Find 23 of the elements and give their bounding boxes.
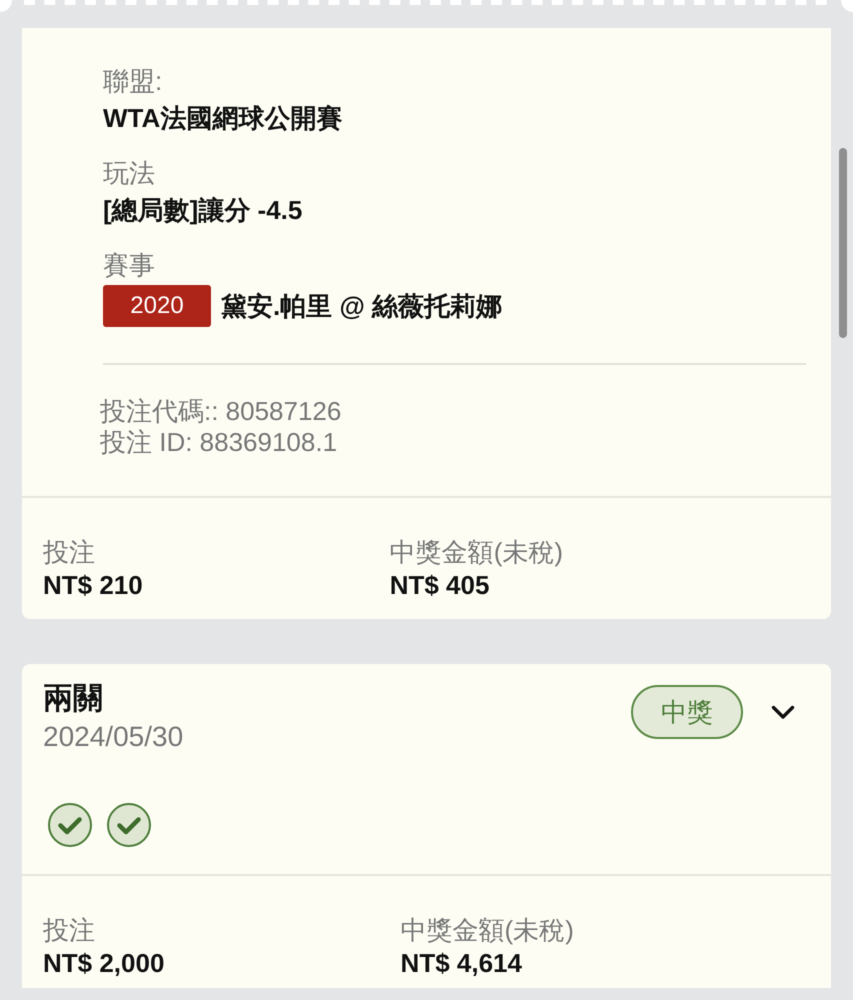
scrollbar-thumb[interactable]	[839, 148, 847, 338]
payout-amount: NT$ 405	[390, 569, 490, 602]
bet-type-title: 兩關	[43, 681, 103, 717]
payout-label: 中獎金額(未稅)	[390, 536, 564, 568]
stake-label: 投注	[43, 536, 95, 568]
field-label: 聯盟:	[103, 65, 162, 98]
chevron-down-icon	[771, 704, 795, 720]
expand-button[interactable]	[771, 704, 795, 720]
bet-reference-text: 投注 ID: 88369108.1	[100, 427, 338, 458]
field-value: WTA法國網球公開賽	[103, 102, 342, 135]
payout-label: 中獎金額(未稅)	[400, 914, 574, 946]
payout-amount: NT$ 4,614	[400, 947, 522, 980]
bet-reference-text: 投注代碼:: 80587126	[100, 396, 342, 427]
field-value: 黛安.帕里 @ 絲薇托莉娜	[221, 290, 502, 323]
stake-label: 投注	[43, 914, 95, 946]
status-badge: 中獎	[631, 685, 743, 739]
stake-amount: NT$ 210	[43, 569, 143, 602]
stake-amount: NT$ 2,000	[43, 947, 164, 980]
field-label: 賽事	[103, 249, 155, 282]
field-label: 玩法	[103, 157, 155, 190]
field-value: [總局數]讓分 -4.5	[103, 194, 302, 227]
bet-date: 2024/05/30	[43, 720, 184, 754]
event-number-badge: 2020	[103, 285, 211, 327]
